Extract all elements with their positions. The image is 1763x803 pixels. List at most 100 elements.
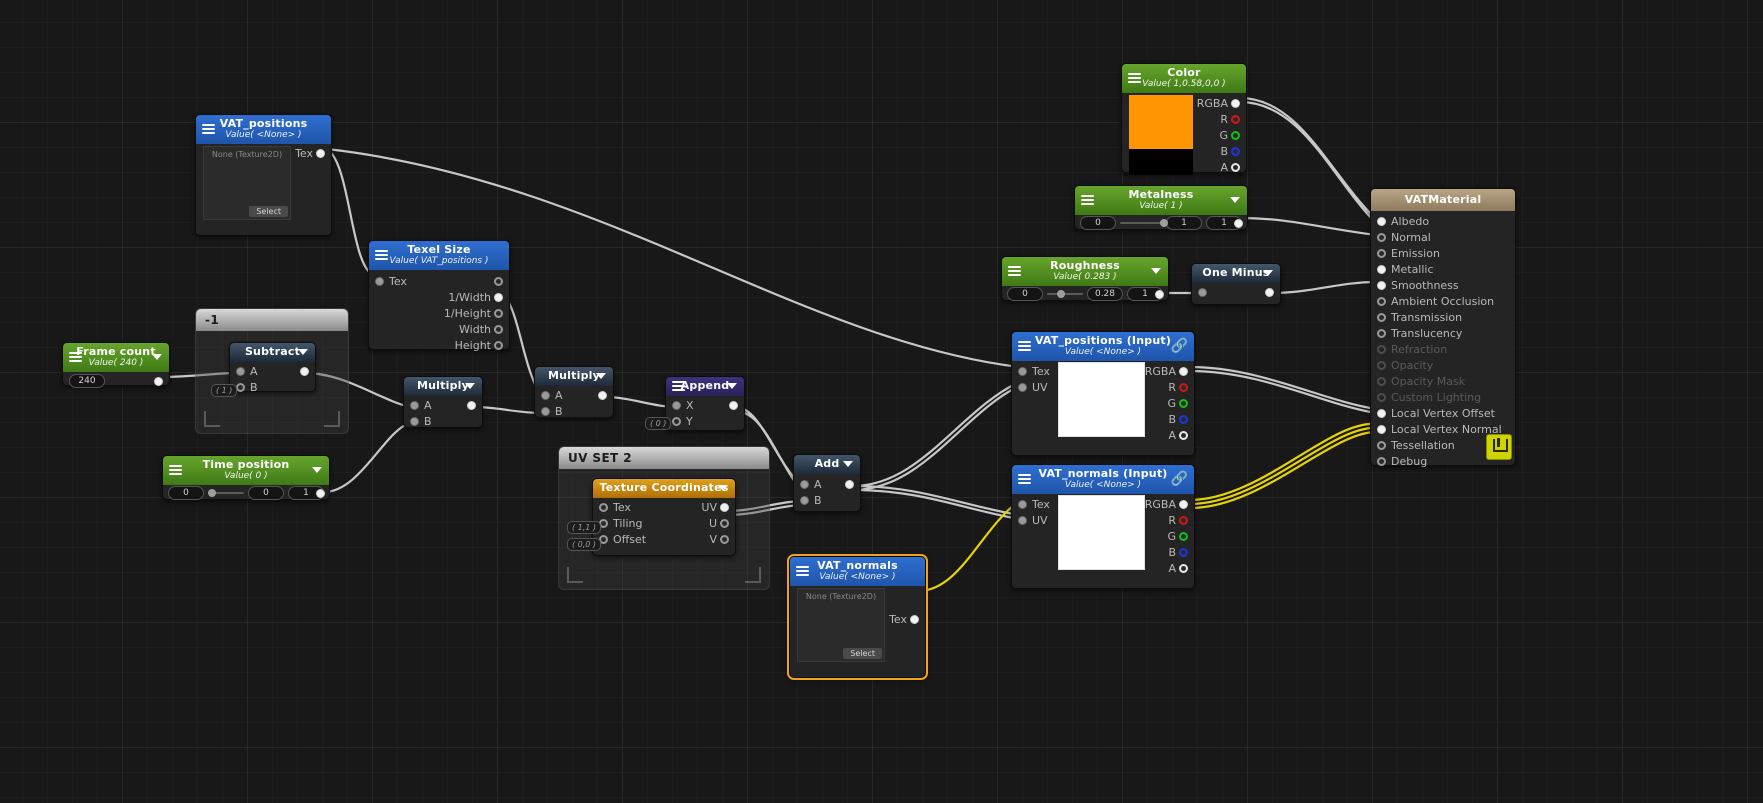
node-header[interactable]: VAT_normals (Input) Value( <None> ) 🔗: [1012, 465, 1194, 494]
output-port[interactable]: [720, 535, 729, 545]
output-port[interactable]: [154, 376, 163, 386]
input-port[interactable]: [1018, 383, 1027, 393]
port-row-tex[interactable]: Tex RGBA: [1012, 497, 1194, 513]
node-header[interactable]: Multiply: [535, 367, 613, 386]
node-time-position[interactable]: Time position Value( 0 ) 0 0 1: [162, 455, 330, 502]
port-row-g[interactable]: G: [1012, 529, 1194, 545]
output-port[interactable]: [845, 480, 854, 490]
port-row-x[interactable]: X: [666, 398, 744, 414]
port-row-tex[interactable]: Tex RGBA: [1012, 364, 1194, 380]
output-port[interactable]: [494, 293, 503, 303]
chevron-down-icon[interactable]: [465, 383, 475, 390]
input-port[interactable]: [410, 401, 419, 411]
input-port[interactable]: [1377, 217, 1386, 227]
input-port[interactable]: [541, 407, 550, 417]
port-row-b[interactable]: B: [535, 404, 613, 420]
node-multiply-1[interactable]: Multiply A B: [403, 376, 483, 428]
chevron-down-icon[interactable]: [298, 349, 308, 356]
chevron-down-icon[interactable]: [1263, 270, 1273, 277]
output-port[interactable]: [729, 401, 738, 411]
port-row-g[interactable]: G: [1012, 396, 1194, 412]
frame-resize-corner[interactable]: [567, 567, 583, 583]
port-row-y[interactable]: Y: [666, 414, 744, 430]
output-port[interactable]: [316, 149, 325, 159]
output-port[interactable]: [1179, 431, 1188, 441]
port-row-inv-width[interactable]: 1/Width: [369, 290, 509, 306]
node-metalness[interactable]: Metalness Value( 1 ) 0 1 1: [1074, 185, 1248, 231]
input-port[interactable]: [1198, 287, 1207, 297]
input-port[interactable]: [236, 367, 245, 377]
input-port[interactable]: [1018, 516, 1027, 526]
input-port[interactable]: [1377, 409, 1386, 419]
output-port[interactable]: [720, 503, 729, 513]
node-vat-positions-input[interactable]: VAT_positions (Input) Value( <None> ) 🔗 …: [1011, 331, 1195, 456]
time-position-slider-row[interactable]: 0 0 1: [163, 485, 329, 502]
port-row-inv-height[interactable]: 1/Height: [369, 306, 509, 322]
chevron-down-icon[interactable]: [718, 485, 728, 492]
node-header[interactable]: Frame count Value( 240 ): [63, 343, 169, 372]
port-row-b[interactable]: B: [1012, 545, 1194, 561]
port-row-g[interactable]: G: [1122, 128, 1246, 144]
output-port[interactable]: [1179, 548, 1188, 558]
port-row-a[interactable]: A: [535, 388, 613, 404]
input-port[interactable]: [541, 391, 550, 401]
port-row-smoothness[interactable]: Smoothness: [1371, 278, 1515, 294]
input-port[interactable]: [236, 383, 245, 393]
save-shader-icon[interactable]: [1486, 434, 1512, 460]
port-row-uv[interactable]: UV R: [1012, 380, 1194, 396]
port-row-rgba[interactable]: RGBA: [1122, 96, 1246, 112]
node-add[interactable]: Add A B: [793, 454, 861, 512]
input-port[interactable]: [1018, 367, 1027, 377]
frame-count-value-field[interactable]: 240: [69, 373, 105, 388]
node-header[interactable]: Time position Value( 0 ): [163, 456, 329, 485]
output-port[interactable]: [1231, 147, 1240, 157]
output-port[interactable]: [1179, 500, 1188, 510]
port-row-b[interactable]: B: [1122, 144, 1246, 160]
input-port[interactable]: [1377, 265, 1386, 275]
port-row-transmission[interactable]: Transmission: [1371, 310, 1515, 326]
input-port[interactable]: [599, 503, 608, 513]
slider-value-field[interactable]: 0: [248, 486, 284, 501]
frame-resize-corner-right[interactable]: [324, 411, 340, 427]
node-header[interactable]: Roughness Value( 0.283 ): [1002, 257, 1168, 286]
output-port[interactable]: [494, 277, 503, 287]
output-port[interactable]: [300, 367, 309, 377]
port-row-a[interactable]: A: [794, 477, 860, 493]
chevron-down-icon[interactable]: [312, 467, 322, 474]
input-port[interactable]: [1377, 249, 1386, 259]
port-row-metallic[interactable]: Metallic: [1371, 262, 1515, 278]
input-port[interactable]: [375, 277, 384, 287]
input-port[interactable]: [1018, 500, 1027, 510]
chevron-down-icon[interactable]: [152, 354, 162, 361]
select-texture-button[interactable]: Select: [249, 205, 288, 217]
link-icon[interactable]: 🔗: [1171, 339, 1188, 353]
input-port[interactable]: [1377, 425, 1386, 435]
node-header[interactable]: Append: [666, 377, 744, 396]
port-row-albedo[interactable]: Albedo: [1371, 214, 1515, 230]
node-header[interactable]: One Minus: [1192, 264, 1280, 283]
output-port[interactable]: [720, 519, 729, 529]
output-port[interactable]: [1179, 532, 1188, 542]
node-color[interactable]: Color Value( 1,0.58,0,0 ) RGBA R G B A: [1121, 63, 1247, 175]
slider-min-field[interactable]: 0: [1080, 216, 1116, 231]
output-port[interactable]: [1231, 131, 1240, 141]
input-port[interactable]: [800, 480, 809, 490]
output-port[interactable]: [1234, 218, 1243, 228]
input-port[interactable]: [1377, 457, 1386, 467]
port-row-height[interactable]: Height: [369, 338, 509, 354]
port-row-tex[interactable]: Tex: [271, 146, 331, 162]
port-row-tex[interactable]: Tex: [865, 612, 925, 628]
node-header[interactable]: Color Value( 1,0.58,0,0 ): [1122, 64, 1246, 93]
node-vat-normals-input[interactable]: VAT_normals (Input) Value( <None> ) 🔗 Te…: [1011, 464, 1195, 589]
output-port[interactable]: [316, 488, 325, 498]
input-port[interactable]: [1377, 313, 1386, 323]
node-header[interactable]: VAT_positions Value( <None> ): [196, 115, 331, 144]
port-row-offset[interactable]: Offset V: [593, 532, 735, 548]
chevron-down-icon[interactable]: [1230, 197, 1240, 204]
port-row-emission[interactable]: Emission: [1371, 246, 1515, 262]
output-port[interactable]: [1179, 383, 1188, 393]
port-row-r[interactable]: R: [1122, 112, 1246, 128]
input-port[interactable]: [1377, 329, 1386, 339]
slider-track[interactable]: [1120, 219, 1169, 228]
output-port[interactable]: [494, 309, 503, 319]
